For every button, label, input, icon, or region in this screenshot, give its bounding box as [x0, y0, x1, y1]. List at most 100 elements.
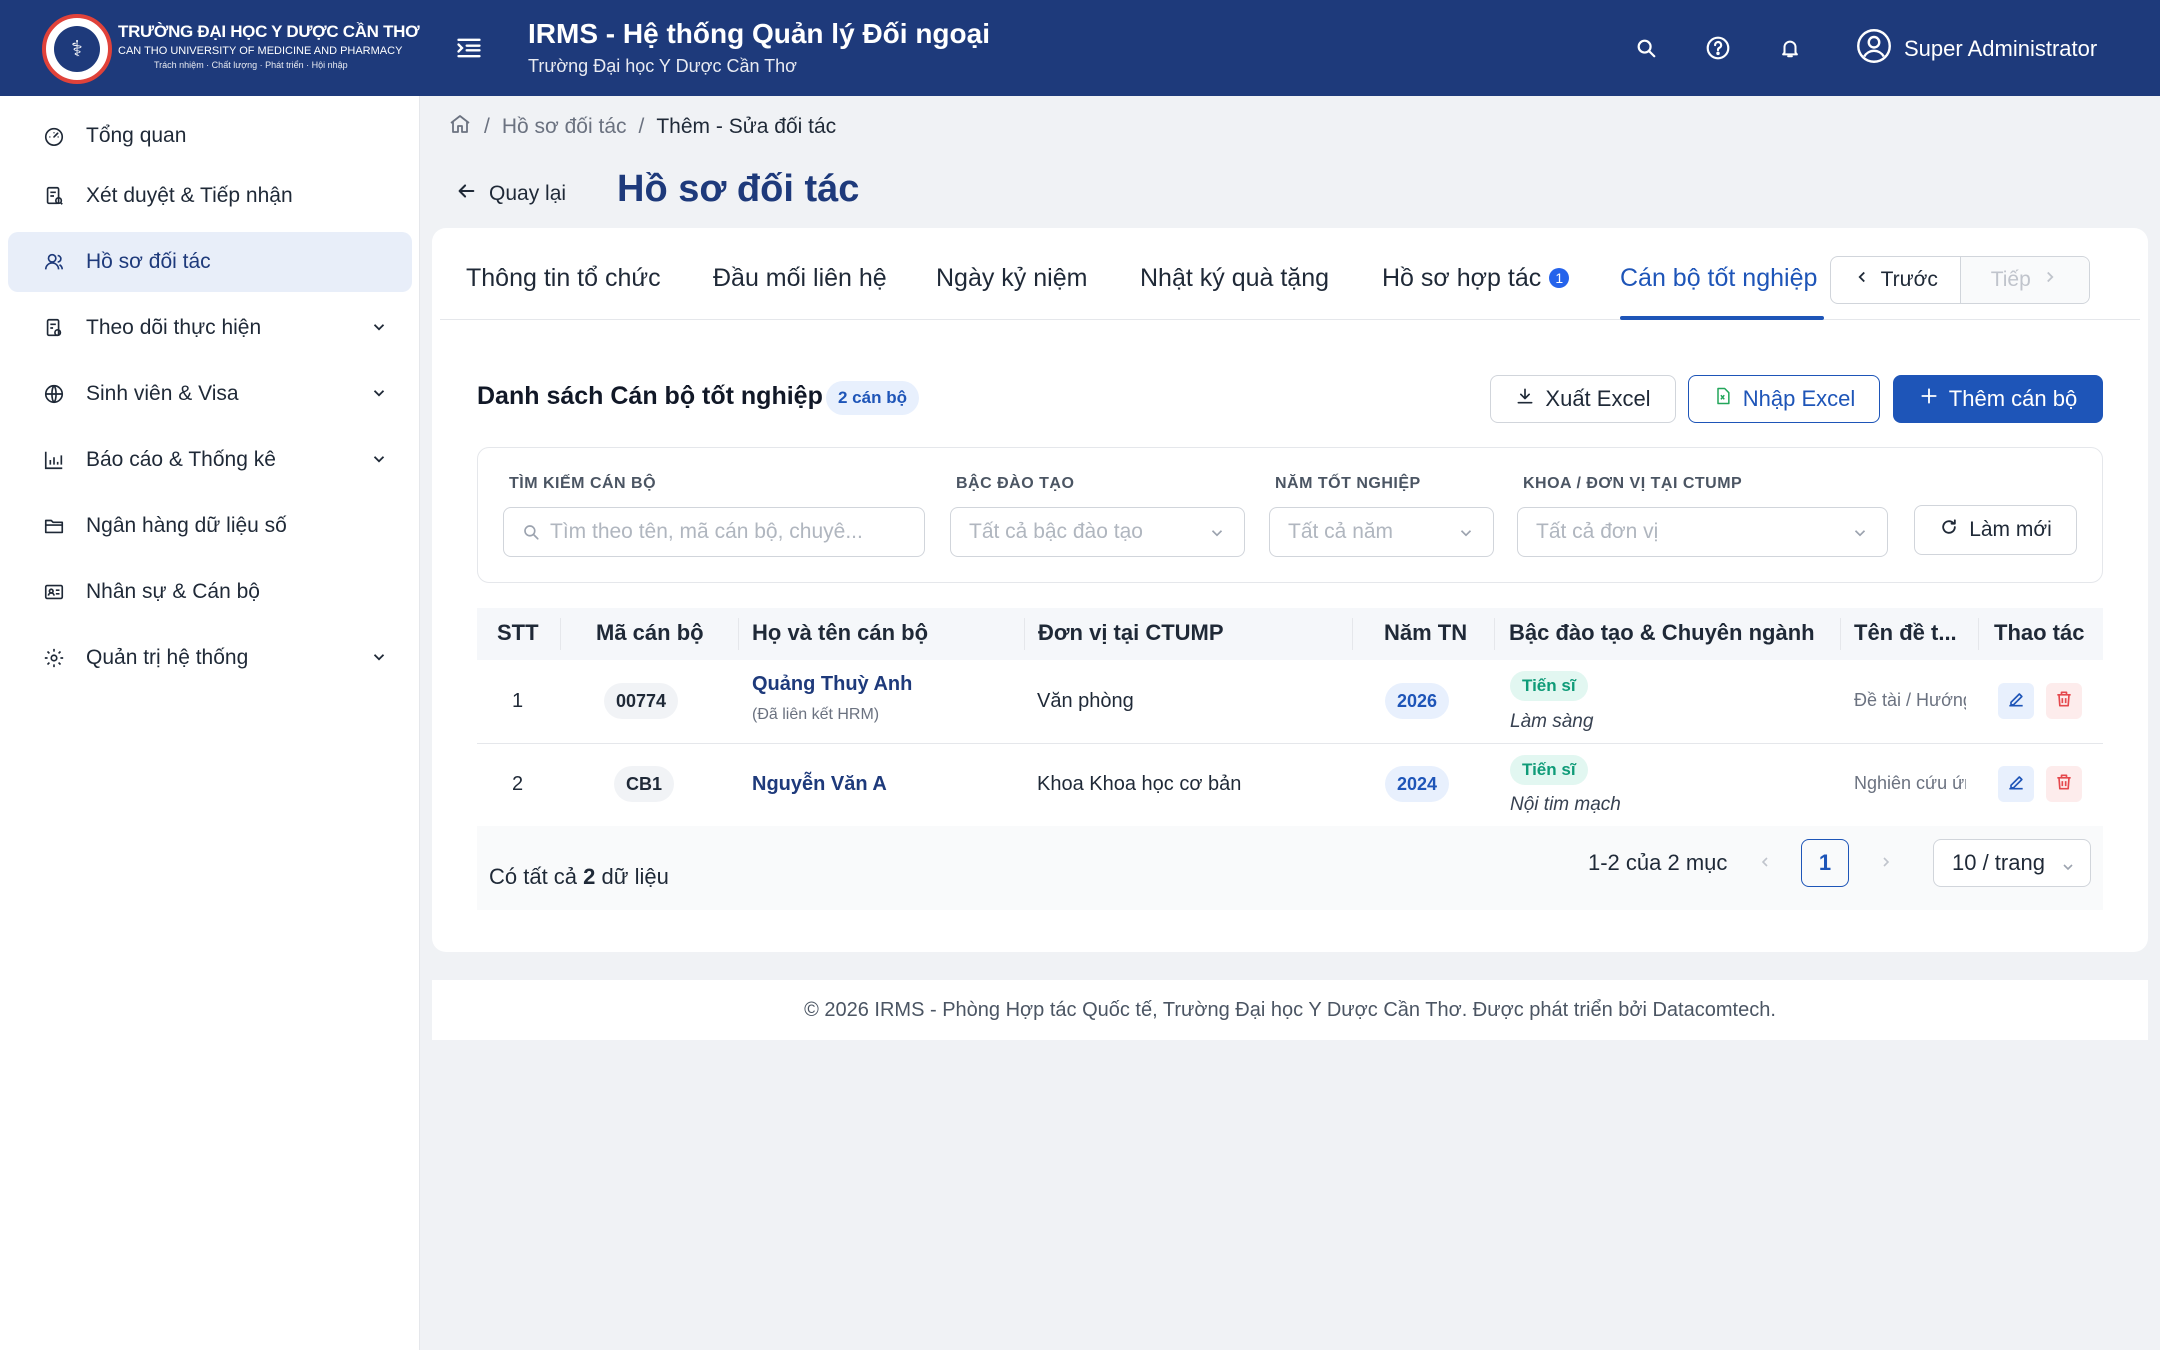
year-select[interactable]: Tất cả năm: [1269, 507, 1494, 557]
chevron-down-icon: [370, 318, 388, 336]
plus-icon: [1919, 386, 1939, 412]
arrow-left-icon: [455, 180, 477, 208]
menu-fold-icon[interactable]: [455, 34, 483, 62]
unit-select-value: Tất cả đơn vị: [1536, 520, 1659, 543]
prev-page-button[interactable]: [1753, 852, 1777, 876]
search-icon[interactable]: [1630, 32, 1662, 64]
university-name-en: CAN THO UNIVERSITY OF MEDICINE AND PHARM…: [118, 45, 403, 57]
chevron-down-icon: [1457, 524, 1475, 542]
count-badge: 2 cán bộ: [826, 381, 919, 415]
col-actions: Thao tác: [1994, 620, 2085, 645]
hrm-link-note: (Đã liên kết HRM): [752, 706, 880, 723]
unit-select[interactable]: Tất cả đơn vị: [1517, 507, 1888, 557]
col-degree-major: Bậc đào tạo & Chuyên ngành: [1509, 620, 1815, 645]
tab-prev-label: Trước: [1880, 268, 1938, 291]
search-placeholder: Tìm theo tên, mã cán bộ, chuyê...: [550, 520, 863, 543]
total-count-text: Có tất cả 2 dữ liệu: [489, 864, 669, 889]
export-excel-button[interactable]: Xuất Excel: [1490, 375, 1676, 423]
sidebar-item-reports[interactable]: Báo cáo & Thống kê: [8, 430, 412, 490]
page-title: Hồ sơ đối tác: [617, 168, 860, 210]
dashboard-icon: [42, 124, 66, 148]
chevron-right-icon: [2041, 268, 2059, 292]
back-button[interactable]: Quay lại: [455, 180, 566, 208]
add-staff-button[interactable]: Thêm cán bộ: [1893, 375, 2103, 423]
sidebar-item-data-bank[interactable]: Ngân hàng dữ liệu số: [8, 496, 412, 556]
gear-icon: [42, 646, 66, 670]
table-footer: [477, 826, 2103, 910]
row-divider: [477, 743, 2103, 744]
user-circle-icon: [1856, 28, 1892, 69]
page-size-select[interactable]: 10 / trang: [1933, 839, 2091, 887]
degree-select[interactable]: Tất cả bậc đào tạo: [950, 507, 1245, 557]
tab-cooperation-records[interactable]: Hồ sơ hợp tác 1: [1382, 264, 1570, 293]
active-tab-indicator: [1620, 316, 1824, 320]
staff-name-link[interactable]: Quảng Thuỳ Anh: [752, 673, 912, 696]
chevron-right-icon: [1878, 854, 1894, 875]
sidebar-item-tracking[interactable]: Theo dõi thực hiện: [8, 298, 412, 358]
globe-icon: [42, 382, 66, 406]
filter-year-label: NĂM TỐT NGHIỆP: [1275, 475, 1421, 492]
import-excel-button[interactable]: Nhập Excel: [1688, 375, 1880, 423]
col-topic: Tên đề t...: [1854, 620, 1957, 645]
question-icon[interactable]: [1702, 32, 1734, 64]
excel-file-icon: [1713, 386, 1733, 412]
chevron-down-icon: [1208, 524, 1226, 542]
tab-graduated-staff[interactable]: Cán bộ tốt nghiệp: [1620, 264, 1817, 293]
home-icon[interactable]: [448, 112, 472, 142]
col-divider: [1352, 618, 1353, 650]
user-menu[interactable]: Super Administrator: [1856, 28, 2097, 69]
breadcrumb-separator: /: [638, 115, 645, 138]
sidebar-item-overview[interactable]: Tổng quan: [8, 106, 412, 166]
pagination-range: 1-2 của 2 mục: [1588, 850, 1728, 875]
staff-name-link[interactable]: Nguyễn Văn A: [752, 773, 887, 796]
download-icon: [1515, 386, 1535, 412]
major-text: Làm sàng: [1510, 711, 1594, 732]
next-page-button[interactable]: [1874, 852, 1898, 876]
topic-text: Đề tài / Hướng: [1854, 690, 1966, 710]
cell-unit: Văn phòng: [1037, 690, 1134, 712]
tab-organization-info[interactable]: Thông tin tổ chức: [466, 264, 661, 293]
tab-contacts[interactable]: Đầu mối liên hệ: [713, 264, 887, 293]
tab-next-label: Tiếp: [1990, 268, 2031, 291]
chevron-left-icon: [1757, 854, 1773, 875]
sidebar-item-staff[interactable]: Nhân sự & Cán bộ: [8, 562, 412, 622]
sidebar-item-partner-profile[interactable]: Hồ sơ đối tác: [8, 232, 412, 292]
sidebar-item-system-admin[interactable]: Quản trị hệ thống: [8, 628, 412, 688]
filter-search-label: TÌM KIẾM CÁN BỘ: [509, 475, 657, 492]
edit-button[interactable]: [1998, 683, 2034, 719]
bell-icon[interactable]: [1774, 32, 1806, 64]
breadcrumb-parent[interactable]: Hồ sơ đối tác: [502, 115, 627, 139]
sidebar-item-label: Xét duyệt & Tiếp nhận: [86, 184, 293, 207]
sidebar-item-review[interactable]: Xét duyệt & Tiếp nhận: [8, 166, 412, 226]
back-label: Quay lại: [489, 182, 567, 205]
university-branding: TRƯỜNG ĐẠI HỌC Y DƯỢC CẦN THƠ CAN THO UN…: [118, 22, 420, 70]
user-name: Super Administrator: [1904, 35, 2098, 61]
delete-button[interactable]: [2046, 683, 2082, 719]
app-title: IRMS - Hệ thống Quản lý Đối ngoại: [528, 18, 990, 49]
tab-gift-log[interactable]: Nhật ký quà tặng: [1140, 264, 1329, 293]
col-divider: [560, 618, 561, 650]
edit-button[interactable]: [1998, 766, 2034, 802]
degree-badge: Tiến sĩ: [1510, 755, 1588, 785]
sidebar-item-students-visa[interactable]: Sinh viên & Visa: [8, 364, 412, 424]
delete-button[interactable]: [2046, 766, 2082, 802]
tab-next-button[interactable]: Tiếp: [1960, 257, 2089, 303]
sidebar: Tổng quan Xét duyệt & Tiếp nhận Hồ sơ đố…: [0, 96, 420, 1350]
university-motto: Trách nhiệm · Chất lượng · Phát triển · …: [154, 60, 348, 70]
folder-icon: [42, 514, 66, 538]
page-footer: © 2026 IRMS - Phòng Hợp tác Quốc tế, Trư…: [432, 980, 2148, 1040]
tab-prev-button[interactable]: Trước: [1831, 257, 1961, 303]
cell-stt: 1: [512, 690, 524, 712]
chevron-down-icon: [1851, 524, 1869, 542]
page-number-button[interactable]: 1: [1801, 839, 1849, 887]
chevron-down-icon: [370, 648, 388, 666]
caduceus-icon: ⚕: [54, 26, 100, 72]
sidebar-item-label: Ngân hàng dữ liệu số: [86, 514, 287, 537]
col-divider: [1978, 618, 1979, 650]
reset-filters-button[interactable]: Làm mới: [1914, 505, 2077, 555]
tab-anniversaries[interactable]: Ngày kỷ niệm: [936, 264, 1087, 293]
search-input[interactable]: Tìm theo tên, mã cán bộ, chuyê...: [503, 507, 925, 557]
chevron-left-icon: [1853, 268, 1871, 292]
year-select-value: Tất cả năm: [1288, 520, 1394, 543]
col-divider: [738, 618, 739, 650]
